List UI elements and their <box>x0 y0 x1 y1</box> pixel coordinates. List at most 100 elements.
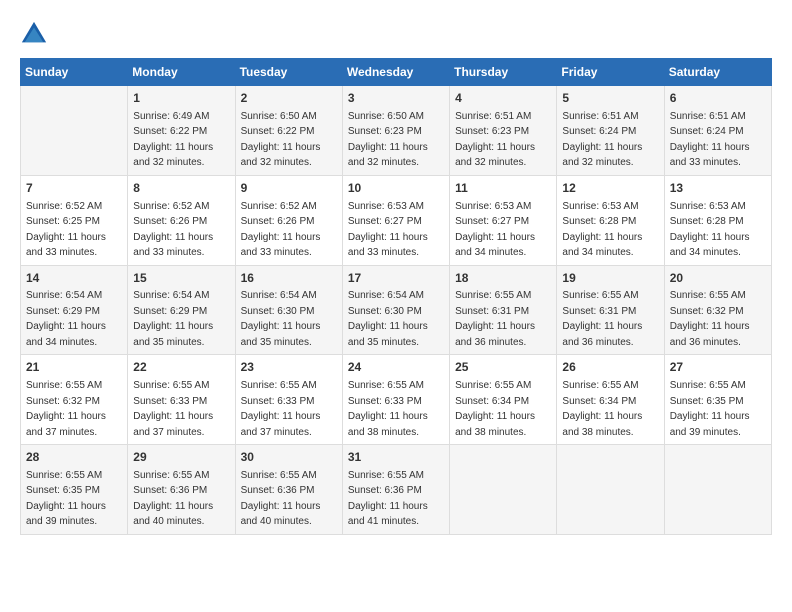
day-number: 15 <box>133 270 229 287</box>
day-number: 13 <box>670 180 766 197</box>
day-info: Sunrise: 6:55 AM Sunset: 6:35 PM Dayligh… <box>670 380 750 438</box>
day-number: 29 <box>133 449 229 466</box>
day-number: 22 <box>133 359 229 376</box>
day-info: Sunrise: 6:55 AM Sunset: 6:32 PM Dayligh… <box>670 290 750 348</box>
day-info: Sunrise: 6:55 AM Sunset: 6:34 PM Dayligh… <box>562 380 642 438</box>
header <box>20 20 772 48</box>
calendar-cell: 19 Sunrise: 6:55 AM Sunset: 6:31 PM Dayli… <box>557 265 664 355</box>
day-number: 31 <box>348 449 444 466</box>
calendar-cell: 14 Sunrise: 6:54 AM Sunset: 6:29 PM Dayli… <box>21 265 128 355</box>
day-info: Sunrise: 6:51 AM Sunset: 6:24 PM Dayligh… <box>562 111 642 169</box>
calendar-cell <box>21 86 128 176</box>
calendar-cell: 5 Sunrise: 6:51 AM Sunset: 6:24 PM Daylig… <box>557 86 664 176</box>
col-header-sunday: Sunday <box>21 59 128 86</box>
day-info: Sunrise: 6:52 AM Sunset: 6:26 PM Dayligh… <box>133 201 213 259</box>
day-info: Sunrise: 6:53 AM Sunset: 6:27 PM Dayligh… <box>348 201 428 259</box>
calendar-cell: 8 Sunrise: 6:52 AM Sunset: 6:26 PM Daylig… <box>128 175 235 265</box>
day-info: Sunrise: 6:53 AM Sunset: 6:27 PM Dayligh… <box>455 201 535 259</box>
calendar-week-row: 14 Sunrise: 6:54 AM Sunset: 6:29 PM Dayli… <box>21 265 772 355</box>
day-info: Sunrise: 6:54 AM Sunset: 6:30 PM Dayligh… <box>241 290 321 348</box>
day-info: Sunrise: 6:53 AM Sunset: 6:28 PM Dayligh… <box>562 201 642 259</box>
day-number: 16 <box>241 270 337 287</box>
col-header-wednesday: Wednesday <box>342 59 449 86</box>
col-header-tuesday: Tuesday <box>235 59 342 86</box>
day-number: 11 <box>455 180 551 197</box>
day-info: Sunrise: 6:55 AM Sunset: 6:36 PM Dayligh… <box>348 470 428 528</box>
day-number: 25 <box>455 359 551 376</box>
calendar-cell: 29Sunrise: 6:55 AM Sunset: 6:36 PM Dayli… <box>128 445 235 535</box>
day-info: Sunrise: 6:50 AM Sunset: 6:22 PM Dayligh… <box>241 111 321 169</box>
day-info: Sunrise: 6:54 AM Sunset: 6:29 PM Dayligh… <box>133 290 213 348</box>
day-info: Sunrise: 6:52 AM Sunset: 6:26 PM Dayligh… <box>241 201 321 259</box>
day-info: Sunrise: 6:55 AM Sunset: 6:36 PM Dayligh… <box>241 470 321 528</box>
day-info: Sunrise: 6:55 AM Sunset: 6:35 PM Dayligh… <box>26 470 106 528</box>
day-number: 2 <box>241 90 337 107</box>
day-number: 14 <box>26 270 122 287</box>
calendar-week-row: 7 Sunrise: 6:52 AM Sunset: 6:25 PM Daylig… <box>21 175 772 265</box>
day-number: 5 <box>562 90 658 107</box>
day-number: 3 <box>348 90 444 107</box>
calendar-cell: 28Sunrise: 6:55 AM Sunset: 6:35 PM Dayli… <box>21 445 128 535</box>
day-info: Sunrise: 6:55 AM Sunset: 6:33 PM Dayligh… <box>241 380 321 438</box>
day-number: 23 <box>241 359 337 376</box>
logo-icon <box>20 20 48 48</box>
day-number: 30 <box>241 449 337 466</box>
day-info: Sunrise: 6:55 AM Sunset: 6:32 PM Dayligh… <box>26 380 106 438</box>
day-info: Sunrise: 6:55 AM Sunset: 6:33 PM Dayligh… <box>348 380 428 438</box>
calendar-cell: 7 Sunrise: 6:52 AM Sunset: 6:25 PM Daylig… <box>21 175 128 265</box>
calendar-cell: 22 Sunrise: 6:55 AM Sunset: 6:33 PM Dayli… <box>128 355 235 445</box>
page: SundayMondayTuesdayWednesdayThursdayFrid… <box>0 0 792 612</box>
day-number: 21 <box>26 359 122 376</box>
day-number: 17 <box>348 270 444 287</box>
calendar-cell: 6Sunrise: 6:51 AM Sunset: 6:24 PM Daylig… <box>664 86 771 176</box>
col-header-friday: Friday <box>557 59 664 86</box>
day-info: Sunrise: 6:51 AM Sunset: 6:23 PM Dayligh… <box>455 111 535 169</box>
day-info: Sunrise: 6:55 AM Sunset: 6:34 PM Dayligh… <box>455 380 535 438</box>
day-number: 6 <box>670 90 766 107</box>
calendar-cell: 16 Sunrise: 6:54 AM Sunset: 6:30 PM Dayli… <box>235 265 342 355</box>
day-number: 19 <box>562 270 658 287</box>
day-number: 9 <box>241 180 337 197</box>
day-number: 1 <box>133 90 229 107</box>
calendar-cell: 23 Sunrise: 6:55 AM Sunset: 6:33 PM Dayli… <box>235 355 342 445</box>
calendar-cell: 2 Sunrise: 6:50 AM Sunset: 6:22 PM Daylig… <box>235 86 342 176</box>
col-header-thursday: Thursday <box>450 59 557 86</box>
day-info: Sunrise: 6:49 AM Sunset: 6:22 PM Dayligh… <box>133 111 213 169</box>
day-info: Sunrise: 6:50 AM Sunset: 6:23 PM Dayligh… <box>348 111 428 169</box>
calendar-cell: 9 Sunrise: 6:52 AM Sunset: 6:26 PM Daylig… <box>235 175 342 265</box>
calendar-cell: 25 Sunrise: 6:55 AM Sunset: 6:34 PM Dayli… <box>450 355 557 445</box>
day-number: 8 <box>133 180 229 197</box>
calendar-cell: 21 Sunrise: 6:55 AM Sunset: 6:32 PM Dayli… <box>21 355 128 445</box>
calendar-cell: 3 Sunrise: 6:50 AM Sunset: 6:23 PM Daylig… <box>342 86 449 176</box>
calendar-cell: 15 Sunrise: 6:54 AM Sunset: 6:29 PM Dayli… <box>128 265 235 355</box>
calendar-cell: 26 Sunrise: 6:55 AM Sunset: 6:34 PM Dayli… <box>557 355 664 445</box>
calendar-cell: 24Sunrise: 6:55 AM Sunset: 6:33 PM Dayli… <box>342 355 449 445</box>
day-number: 10 <box>348 180 444 197</box>
calendar-cell: 12Sunrise: 6:53 AM Sunset: 6:28 PM Dayli… <box>557 175 664 265</box>
calendar-cell: 11 Sunrise: 6:53 AM Sunset: 6:27 PM Dayli… <box>450 175 557 265</box>
day-number: 7 <box>26 180 122 197</box>
day-number: 18 <box>455 270 551 287</box>
day-info: Sunrise: 6:54 AM Sunset: 6:29 PM Dayligh… <box>26 290 106 348</box>
day-info: Sunrise: 6:55 AM Sunset: 6:33 PM Dayligh… <box>133 380 213 438</box>
col-header-saturday: Saturday <box>664 59 771 86</box>
day-info: Sunrise: 6:55 AM Sunset: 6:31 PM Dayligh… <box>455 290 535 348</box>
day-number: 26 <box>562 359 658 376</box>
day-info: Sunrise: 6:52 AM Sunset: 6:25 PM Dayligh… <box>26 201 106 259</box>
calendar-header-row: SundayMondayTuesdayWednesdayThursdayFrid… <box>21 59 772 86</box>
logo <box>20 20 52 48</box>
calendar-cell: 4Sunrise: 6:51 AM Sunset: 6:23 PM Daylig… <box>450 86 557 176</box>
calendar-cell <box>664 445 771 535</box>
calendar-cell: 1 Sunrise: 6:49 AM Sunset: 6:22 PM Daylig… <box>128 86 235 176</box>
calendar-cell: 10 Sunrise: 6:53 AM Sunset: 6:27 PM Dayli… <box>342 175 449 265</box>
calendar-cell <box>450 445 557 535</box>
calendar-cell: 30 Sunrise: 6:55 AM Sunset: 6:36 PM Dayli… <box>235 445 342 535</box>
day-info: Sunrise: 6:54 AM Sunset: 6:30 PM Dayligh… <box>348 290 428 348</box>
calendar-cell: 31 Sunrise: 6:55 AM Sunset: 6:36 PM Dayli… <box>342 445 449 535</box>
calendar-cell <box>557 445 664 535</box>
day-info: Sunrise: 6:55 AM Sunset: 6:31 PM Dayligh… <box>562 290 642 348</box>
calendar-cell: 27Sunrise: 6:55 AM Sunset: 6:35 PM Dayli… <box>664 355 771 445</box>
calendar-cell: 20Sunrise: 6:55 AM Sunset: 6:32 PM Dayli… <box>664 265 771 355</box>
calendar-week-row: 28Sunrise: 6:55 AM Sunset: 6:35 PM Dayli… <box>21 445 772 535</box>
col-header-monday: Monday <box>128 59 235 86</box>
